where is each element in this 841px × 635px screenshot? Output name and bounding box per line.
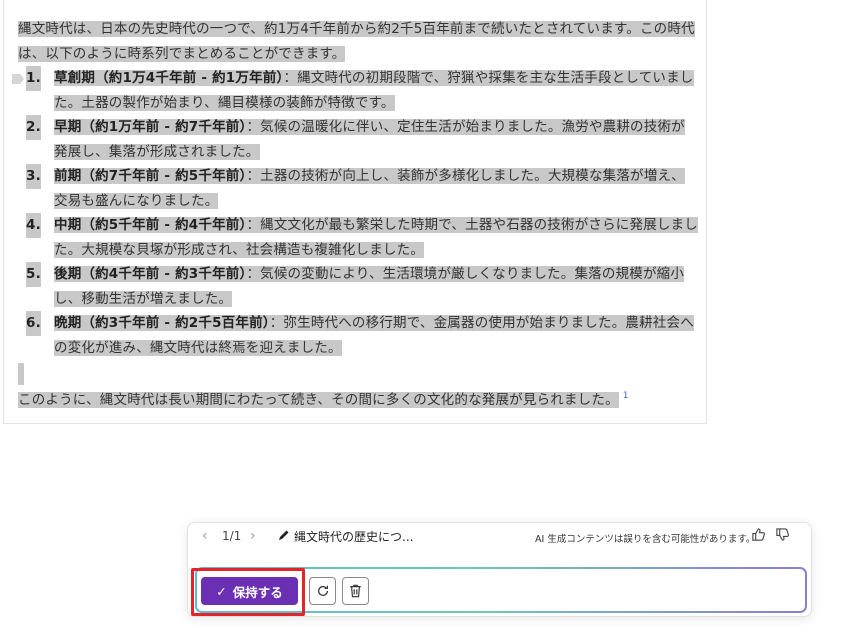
list-item: 4. 中期（約5千年前 - 約4千年前）：縄文文化が最も繁栄した時期で、土器や石… <box>18 213 699 262</box>
list-number: 4. <box>26 213 41 238</box>
period-term: 後期（約4千年前 - 約3千年前） <box>54 266 247 282</box>
citation-link[interactable]: 1 <box>623 391 629 401</box>
list-item: 6. 晩期（約3千年前 - 約2千5百年前）：弥生時代への移行期で、金属器の使用… <box>18 311 698 360</box>
thumbs-down-icon[interactable] <box>775 527 790 546</box>
period-term: 草創期（約1万4千年前 - 約1万年前） <box>54 70 284 86</box>
document-body: 縄文時代は、日本の先史時代の一つで、約1万4千年前から約2千5百年前まで続いたと… <box>3 0 707 424</box>
drag-handle-icon[interactable] <box>12 74 24 84</box>
intro-paragraph: 縄文時代は、日本の先史時代の一つで、約1万4千年前から約2千5百年前まで続いたと… <box>18 21 695 62</box>
ai-draft-bar: ‹ 1/1 › 縄文時代の歴史につ... AI 生成コンテンツは誤りを含む可能性… <box>187 522 812 617</box>
chevron-right-icon[interactable]: › <box>250 528 256 544</box>
draft-counter: 1/1 <box>222 529 242 543</box>
checkmark-icon: ✓ <box>216 583 227 599</box>
period-term: 中期（約5千年前 - 約4千年前） <box>54 217 247 233</box>
draft-title: 縄文時代の歴史につ... <box>278 528 413 545</box>
list-item: 5. 後期（約4千年前 - 約3千年前）：気候の変動により、生活環境が厳しくなり… <box>18 262 698 311</box>
regenerate-button[interactable] <box>309 577 336 605</box>
ai-disclaimer: AI 生成コンテンツは誤りを含む可能性があります。 <box>535 534 756 545</box>
pencil-icon <box>278 529 290 544</box>
period-list: 1. 草創期（約1万4千年前 - 約1万年前）：縄文時代の初期段階で、狩猟や採集… <box>12 66 699 360</box>
list-number: 1. <box>26 66 41 91</box>
period-term: 晩期（約3千年前 - 約2千5百年前） <box>54 315 270 331</box>
list-item: 1. 草創期（約1万4千年前 - 約1万年前）：縄文時代の初期段階で、狩猟や採集… <box>12 66 698 115</box>
delete-button[interactable] <box>342 577 369 605</box>
period-term: 前期（約7千年前 - 約5千年前） <box>54 168 247 184</box>
thumbs-up-icon[interactable] <box>751 527 766 546</box>
list-item: 3. 前期（約7千年前 - 約5千年前）：土器の技術が向上し、装飾が多様化しまし… <box>18 164 698 213</box>
list-number: 2. <box>26 115 41 140</box>
conclusion-paragraph: このように、縄文時代は長い期間にわたって続き、その間に多くの文化的な発展が見られ… <box>18 391 629 408</box>
list-number: 6. <box>26 311 41 336</box>
empty-line-selection <box>18 363 24 385</box>
trash-icon <box>350 584 361 598</box>
keep-button[interactable]: ✓ 保持する <box>201 577 298 605</box>
period-term: 早期（約1万年前 - 約7千年前） <box>54 119 247 135</box>
list-item: 2. 早期（約1万年前 - 約7千年前）：気候の温暖化に伴い、定住生活が始まりま… <box>18 115 698 164</box>
list-number: 5. <box>26 262 41 287</box>
chevron-left-icon[interactable]: ‹ <box>202 528 208 544</box>
refresh-icon <box>317 585 328 596</box>
list-number: 3. <box>26 164 41 189</box>
